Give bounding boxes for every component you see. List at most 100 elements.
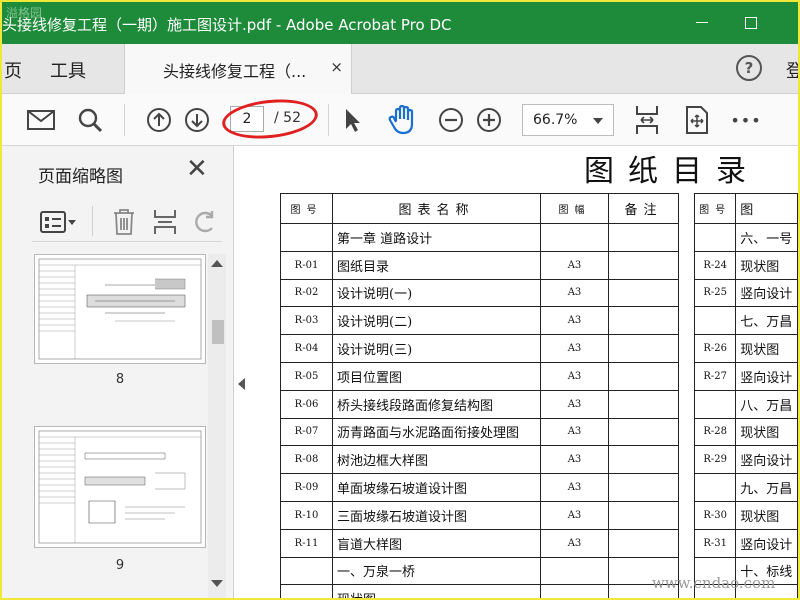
document-title: 图纸目录 <box>584 154 760 189</box>
cell-size: A3 <box>540 473 609 502</box>
highlight-annotation <box>220 95 320 143</box>
cell-name: 项目位置图 <box>332 361 541 391</box>
cell-code: R-03 <box>280 306 333 336</box>
header-size: 图幅 <box>540 193 609 224</box>
cell-note <box>608 361 679 391</box>
close-panel-icon[interactable]: ✕ <box>186 156 208 182</box>
cell-code <box>693 223 737 252</box>
title-bar: 溢格园 头接线修复工程（一期）施工图设计.pdf - Adobe Acrobat… <box>2 2 798 44</box>
select-arrow-icon[interactable] <box>340 94 366 146</box>
cell-name: 沥青路面与水泥路面衔接处理图 <box>332 417 541 447</box>
table-row: R-10 三面坡缘石坡道设计图 A3 <box>280 500 679 530</box>
cell-code: R-26 <box>693 334 737 363</box>
cell-name: 六、一号 <box>735 223 798 252</box>
cell-code: R-09 <box>280 473 333 502</box>
cell-code: R-27 <box>693 361 737 391</box>
table-row: 八、万昌 <box>693 389 798 419</box>
toolbar: 2 / 52 66.7% ••• <box>2 94 798 146</box>
cell-name: 竖向设计 <box>735 445 798 475</box>
collapse-panel-icon[interactable] <box>238 378 245 390</box>
cell-code: R-28 <box>693 417 737 447</box>
zoom-value: 66.7% <box>533 112 578 128</box>
document-view[interactable]: 图纸目录 图号 图表名称 图幅 备注 第一章 道路设计 R-01 图纸目录 A3 R-0… <box>248 146 798 598</box>
header-name: 图 <box>735 193 798 224</box>
fit-page-icon[interactable] <box>632 94 662 146</box>
cell-size: A3 <box>540 500 609 530</box>
cell-name: 竖向设计 <box>735 361 798 391</box>
cell-name: 单面坡缘石坡道设计图 <box>332 473 541 502</box>
thumbnail-page[interactable] <box>34 426 206 548</box>
table-row: R-09 单面坡缘石坡道设计图 A3 <box>280 473 679 502</box>
cell-size <box>540 556 609 586</box>
cell-code <box>280 556 333 586</box>
thumbnail-page[interactable] <box>34 254 206 364</box>
table-row: 现状图 <box>280 584 679 598</box>
table-row: R-05 项目位置图 A3 <box>280 361 679 391</box>
tab-bar: 页 工具 头接线修复工程（... × ? 登 <box>2 44 798 94</box>
zoom-in-icon[interactable] <box>474 94 504 146</box>
rotate-icon[interactable] <box>192 208 218 240</box>
close-tab-icon[interactable]: × <box>330 58 343 76</box>
scroll-up-icon[interactable] <box>211 260 223 267</box>
maximize-button[interactable] <box>740 12 762 34</box>
cell-code: R-10 <box>280 500 333 530</box>
more-icon[interactable]: ••• <box>728 94 764 146</box>
page-up-icon[interactable] <box>144 94 174 146</box>
zoom-out-icon[interactable] <box>436 94 466 146</box>
cell-name: 三面坡缘石坡道设计图 <box>332 500 541 530</box>
cell-note <box>608 500 679 530</box>
cell-name: 一、万泉一桥 <box>332 556 541 586</box>
cell-name: 现状图 <box>735 250 798 280</box>
sign-in-link[interactable]: 登 <box>786 57 798 83</box>
hand-icon[interactable] <box>386 94 418 146</box>
cell-size: A3 <box>540 417 609 447</box>
zoom-dropdown[interactable]: 66.7% <box>522 104 614 136</box>
cell-name: 第一章 道路设计 <box>332 223 541 252</box>
cell-size: A3 <box>540 528 609 558</box>
table-row: R-25 竖向设计 <box>693 278 798 308</box>
cell-note <box>608 473 679 502</box>
cell-name: 盲道大样图 <box>332 528 541 558</box>
table-row: R-03 设计说明(二) A3 <box>280 306 679 336</box>
cell-note <box>608 334 679 363</box>
thumbnail-scrollbar[interactable] <box>208 254 226 598</box>
scrollbar-thumb[interactable] <box>212 320 224 344</box>
table-row: R-26 现状图 <box>693 334 798 363</box>
table-row: R-11 盲道大样图 A3 <box>280 528 679 558</box>
delete-icon[interactable] <box>112 208 136 240</box>
document-tab-label: 头接线修复工程（... <box>163 62 307 81</box>
options-icon[interactable] <box>40 210 78 238</box>
extract-icon[interactable] <box>152 208 178 240</box>
table-row: R-27 竖向设计 <box>693 361 798 391</box>
cell-size: A3 <box>540 278 609 308</box>
app-window: 溢格园 头接线修复工程（一期）施工图设计.pdf - Adobe Acrobat… <box>2 2 798 598</box>
cell-name: 九、万昌 <box>735 473 798 502</box>
cell-size: A3 <box>540 334 609 363</box>
scroll-down-icon[interactable] <box>211 580 223 587</box>
cell-code <box>280 223 333 252</box>
panel-toolbar <box>32 202 222 242</box>
help-icon[interactable]: ? <box>736 55 762 81</box>
cell-name: 八、万昌 <box>735 389 798 419</box>
table-row: R-02 设计说明(一) A3 <box>280 278 679 308</box>
cell-code: R-29 <box>693 445 737 475</box>
cell-name: 现状图 <box>332 584 541 598</box>
cell-code: R-24 <box>693 250 737 280</box>
cell-code <box>280 584 333 598</box>
menu-home[interactable]: 页 <box>4 57 22 83</box>
document-tab[interactable]: 头接线修复工程（... × <box>124 44 352 94</box>
cell-code: R-05 <box>280 361 333 391</box>
cell-name: 竖向设计 <box>735 528 798 558</box>
panel-separator <box>92 206 93 236</box>
mail-icon[interactable] <box>24 94 58 146</box>
header-name: 图表名称 <box>332 193 541 224</box>
menu-tools[interactable]: 工具 <box>50 57 86 83</box>
cell-size <box>540 584 609 598</box>
minimize-button[interactable] <box>692 12 714 34</box>
scroll-mode-icon[interactable] <box>682 94 712 146</box>
search-icon[interactable] <box>74 94 106 146</box>
cell-size: A3 <box>540 445 609 475</box>
page-down-icon[interactable] <box>182 94 212 146</box>
cell-code: R-25 <box>693 278 737 308</box>
table-row: 六、一号 <box>693 223 798 252</box>
